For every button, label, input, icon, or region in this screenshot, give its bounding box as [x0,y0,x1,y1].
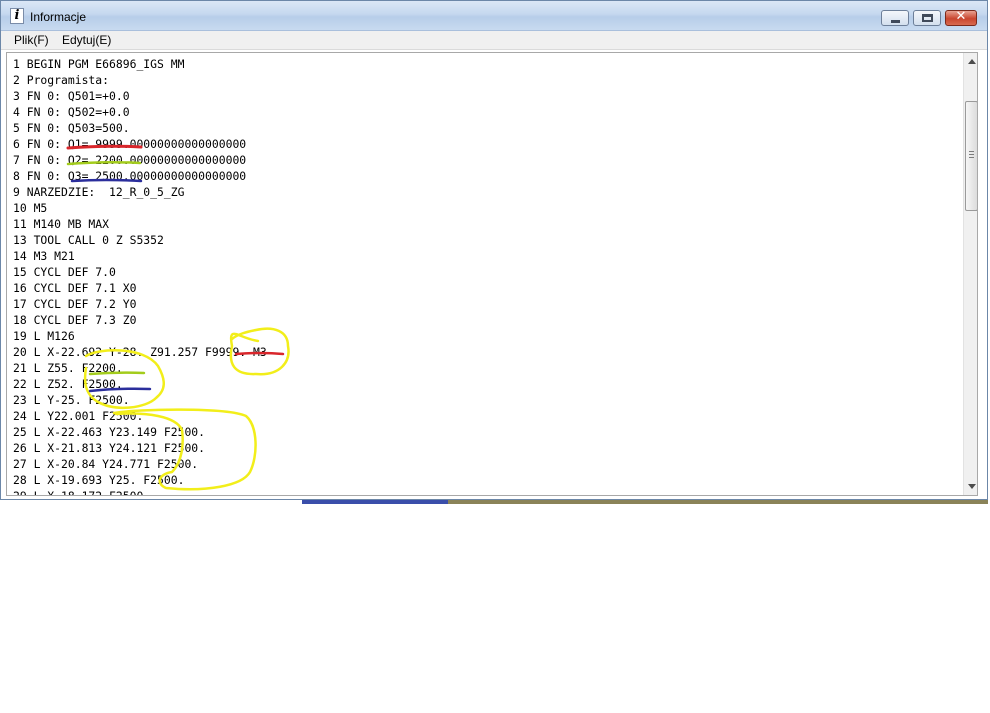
close-icon: ✕ [955,9,967,24]
menu-edit[interactable]: Edytuj(E) [62,33,111,47]
background-window-edge-right [448,500,988,504]
code-line: 22 L Z52. F2500. [13,377,123,391]
code-line: 5 FN 0: Q503=500. [13,121,130,135]
code-line: 26 L X-21.813 Y24.121 F2500. [13,441,206,455]
code-line: 24 L Y22.001 F2500. [13,409,144,423]
code-line: 8 FN 0: Q3= 2500.00000000000000000 [13,169,247,183]
background-window-edge [302,500,448,504]
close-button[interactable]: ✕ [945,9,977,26]
code-line: 7 FN 0: Q2= 2200.00000000000000000 [13,153,247,167]
scroll-down-arrow-icon[interactable] [968,484,976,489]
menu-bar: Plik(F) Edytuj(E) [1,31,987,50]
code-line: 11 M140 MB MAX [13,217,110,231]
code-line: 19 L M126 [13,329,75,343]
code-line: 13 TOOL CALL 0 Z S5352 [13,233,164,247]
title-bar[interactable]: i Informacje ✕ [1,1,987,31]
menu-file[interactable]: Plik(F) [14,33,49,47]
window-title: Informacje [30,10,87,24]
code-line: 2 Programista: [13,73,110,87]
minimize-button[interactable] [881,10,909,26]
code-line: 21 L Z55. F2200. [13,361,123,375]
code-line: 20 L X-22.692 Y-28. Z91.257 F9999. M3 [13,345,267,359]
code-line: 18 CYCL DEF 7.3 Z0 [13,313,137,327]
code-lines: 1 BEGIN PGM E66896_IGS MM 2 Programista: 3… [13,56,267,496]
code-text-area[interactable]: 1 BEGIN PGM E66896_IGS MM 2 Programista: 3… [6,52,978,496]
code-line: 15 CYCL DEF 7.0 [13,265,116,279]
code-line: 29 L X-18.172 F2500. [13,489,151,496]
info-icon: i [10,8,24,24]
code-line: 17 CYCL DEF 7.2 Y0 [13,297,137,311]
maximize-icon [922,14,933,22]
code-line: 27 L X-20.84 Y24.771 F2500. [13,457,199,471]
code-line: 10 M5 [13,201,48,215]
informacje-window: i Informacje ✕ Plik(F) Edytuj(E) 1 BEGIN… [0,0,988,500]
code-line: 6 FN 0: Q1= 9999.00000000000000000 [13,137,247,151]
code-line: 16 CYCL DEF 7.1 X0 [13,281,137,295]
minimize-icon [891,20,900,23]
maximize-button[interactable] [913,10,941,26]
scrollbar-thumb[interactable] [965,101,977,211]
code-line: 25 L X-22.463 Y23.149 F2500. [13,425,206,439]
code-line: 4 FN 0: Q502=+0.0 [13,105,130,119]
code-line: 3 FN 0: Q501=+0.0 [13,89,130,103]
code-line: 28 L X-19.693 Y25. F2500. [13,473,185,487]
scroll-up-arrow-icon[interactable] [968,59,976,64]
vertical-scrollbar[interactable] [963,53,977,495]
code-line: 14 M3 M21 [13,249,75,263]
code-line: 23 L Y-25. F2500. [13,393,130,407]
code-line: 9 NARZEDZIE: 12_R_0_5_ZG [13,185,185,199]
code-line: 1 BEGIN PGM E66896_IGS MM [13,57,185,71]
